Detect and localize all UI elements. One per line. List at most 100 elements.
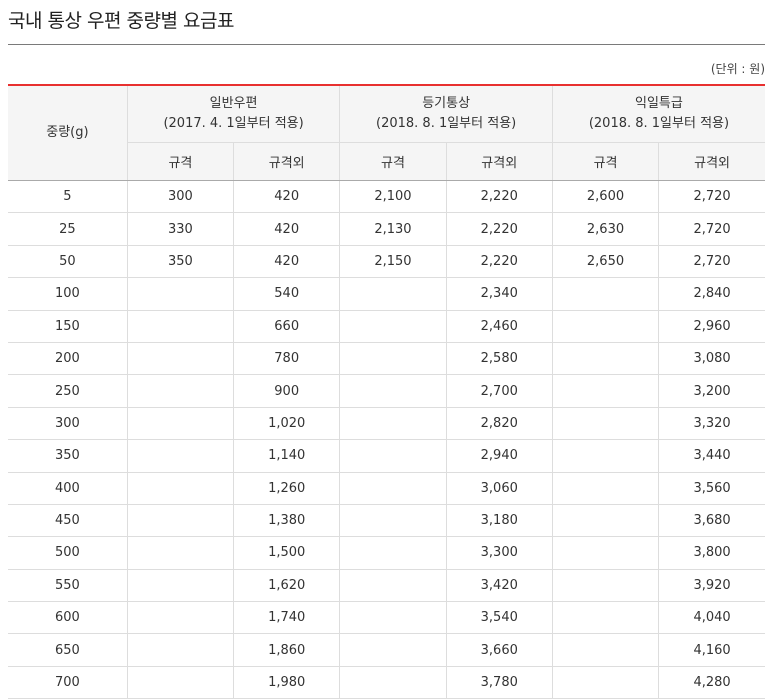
rate-cell: 3,300	[446, 536, 553, 570]
weight-cell: 250	[8, 374, 128, 408]
group-name: 등기통상	[422, 96, 471, 111]
weight-cell: 300	[8, 407, 128, 441]
page: 국내 통상 우편 중량별 요금표 (단위 : 원) 중량(g) 일반우편 (20…	[0, 0, 773, 699]
rate-cell: 540	[233, 277, 341, 311]
group-name: 일반우편	[209, 96, 258, 111]
rate-cell: 660	[233, 310, 341, 343]
rate-cell: 1,140	[233, 439, 341, 473]
rate-cell	[552, 439, 660, 473]
table-row: 350 1,140 2,940 3,440	[8, 439, 765, 473]
rate-cell: 2,600	[552, 180, 660, 214]
rate-cell	[127, 633, 235, 667]
sub-header-standard: 규격	[552, 142, 660, 181]
rate-cell: 4,160	[658, 633, 765, 667]
table-row: 5 300 420 2,100 2,220 2,600 2,720	[8, 180, 765, 214]
group-header-express: 익일특급 (2018. 8. 1일부터 적용)	[552, 84, 765, 143]
rate-cell: 2,630	[552, 212, 660, 246]
rate-cell: 2,340	[446, 277, 553, 311]
rate-cell: 2,840	[658, 277, 765, 311]
rate-cell: 2,960	[658, 310, 765, 343]
rate-cell: 2,650	[552, 245, 660, 279]
table-row: 200 780 2,580 3,080	[8, 342, 765, 376]
rate-cell: 3,560	[658, 472, 765, 505]
sub-header-nonstandard: 규격외	[658, 142, 765, 181]
weight-cell: 650	[8, 633, 128, 667]
rate-cell	[339, 569, 447, 603]
table-row: 550 1,620 3,420 3,920	[8, 569, 765, 603]
rate-cell: 900	[233, 374, 341, 408]
rate-cell: 420	[233, 212, 341, 246]
weight-cell: 25	[8, 212, 128, 246]
rate-cell: 3,080	[658, 342, 765, 376]
rate-cell	[339, 472, 447, 505]
rate-cell: 3,420	[446, 569, 553, 603]
title-divider	[8, 44, 765, 45]
rate-cell: 350	[127, 245, 235, 279]
rate-cell: 3,060	[446, 472, 553, 505]
table-row: 150 660 2,460 2,960	[8, 310, 765, 343]
rate-cell	[339, 407, 447, 441]
weight-cell: 450	[8, 504, 128, 538]
rate-cell	[127, 439, 235, 473]
weight-cell: 550	[8, 569, 128, 603]
unit-label: (단위 : 원)	[710, 62, 765, 76]
rate-cell: 1,260	[233, 472, 341, 505]
rate-cell: 4,280	[658, 666, 765, 699]
rate-cell	[552, 472, 660, 505]
rate-cell: 3,660	[446, 633, 553, 667]
rate-cell: 3,320	[658, 407, 765, 441]
rate-cell: 1,620	[233, 569, 341, 603]
weight-cell: 50	[8, 245, 128, 279]
rate-cell	[127, 342, 235, 376]
weight-cell: 5	[8, 180, 128, 214]
rate-cell: 2,720	[658, 245, 765, 279]
rate-cell: 3,440	[658, 439, 765, 473]
rate-cell: 2,720	[658, 212, 765, 246]
rate-cell	[127, 407, 235, 441]
rate-cell: 4,040	[658, 601, 765, 635]
rate-cell: 3,180	[446, 504, 553, 538]
table-row: 450 1,380 3,180 3,680	[8, 504, 765, 538]
weight-cell: 700	[8, 666, 128, 699]
rate-cell	[127, 569, 235, 603]
rate-cell	[552, 601, 660, 635]
rate-cell: 1,740	[233, 601, 341, 635]
rate-cell	[339, 536, 447, 570]
rate-cell: 3,200	[658, 374, 765, 408]
rate-cell	[552, 374, 660, 408]
rate-cell: 2,940	[446, 439, 553, 473]
weight-cell: 100	[8, 277, 128, 311]
rate-cell	[339, 601, 447, 635]
weight-cell: 350	[8, 439, 128, 473]
weight-cell: 400	[8, 472, 128, 505]
sub-header-standard: 규격	[339, 142, 447, 181]
rate-cell	[339, 342, 447, 376]
postage-rate-table: 중량(g) 일반우편 (2017. 4. 1일부터 적용) 등기통상 (2018…	[8, 84, 765, 699]
rate-cell: 3,920	[658, 569, 765, 603]
table-row: 500 1,500 3,300 3,800	[8, 536, 765, 570]
table-row: 600 1,740 3,540 4,040	[8, 601, 765, 635]
weight-header: 중량(g)	[8, 84, 128, 181]
rate-cell	[127, 310, 235, 343]
rate-cell: 420	[233, 245, 341, 279]
rate-cell	[339, 374, 447, 408]
weight-cell: 200	[8, 342, 128, 376]
rate-cell: 2,220	[446, 212, 553, 246]
rate-cell	[552, 407, 660, 441]
weight-cell: 500	[8, 536, 128, 570]
table-row: 400 1,260 3,060 3,560	[8, 472, 765, 505]
table-row: 700 1,980 3,780 4,280	[8, 666, 765, 699]
rate-cell: 2,460	[446, 310, 553, 343]
weight-cell: 150	[8, 310, 128, 343]
rate-cell: 2,220	[446, 245, 553, 279]
rate-cell: 2,700	[446, 374, 553, 408]
rate-cell: 330	[127, 212, 235, 246]
rate-cell	[552, 277, 660, 311]
rate-cell: 2,100	[339, 180, 447, 214]
rate-cell: 1,380	[233, 504, 341, 538]
rate-cell	[127, 472, 235, 505]
rate-cell: 420	[233, 180, 341, 214]
rate-cell: 2,720	[658, 180, 765, 214]
rate-cell	[127, 277, 235, 311]
table-row: 250 900 2,700 3,200	[8, 374, 765, 408]
